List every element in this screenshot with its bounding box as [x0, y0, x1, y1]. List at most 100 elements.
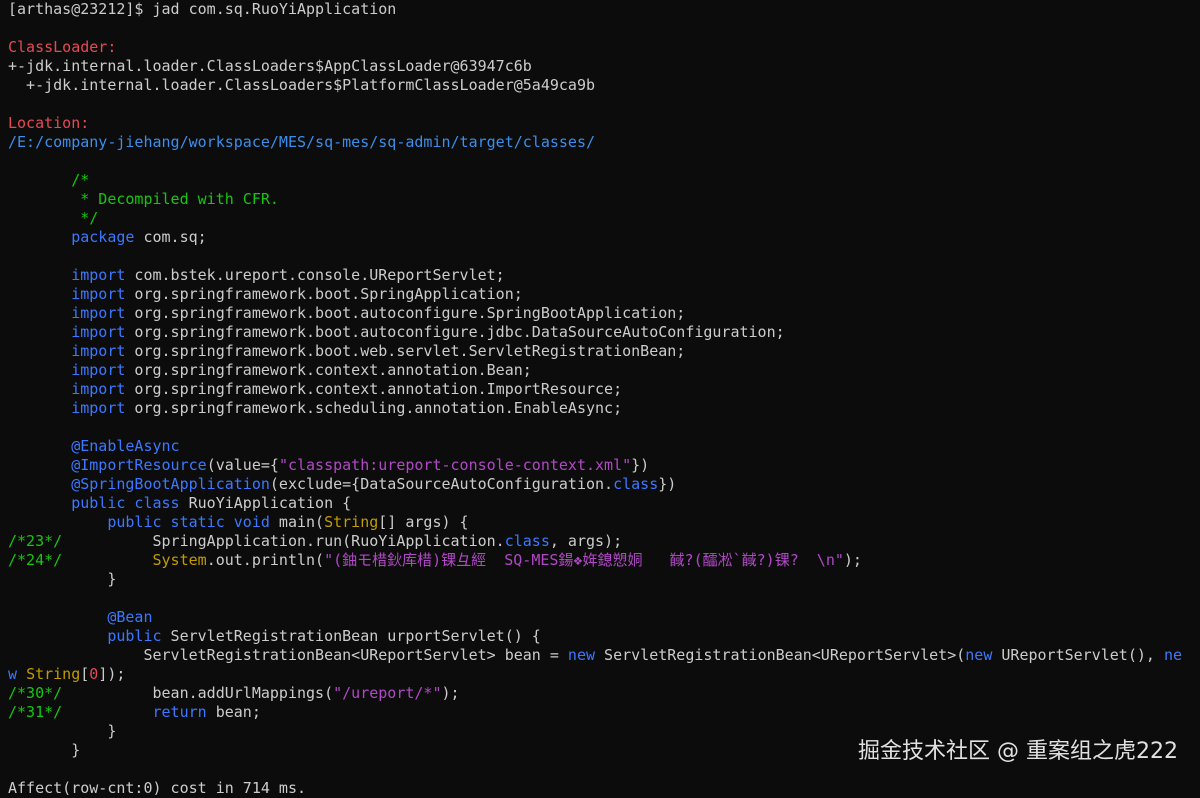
- terminal-text-kw: import: [71, 361, 126, 379]
- terminal-text-plain: [62, 551, 152, 569]
- terminal-text-kw: import: [71, 266, 126, 284]
- terminal-text-kw: w: [8, 665, 18, 683]
- terminal-text-plain: ]);: [98, 665, 126, 683]
- terminal-line: */: [8, 209, 1200, 228]
- terminal-text-comment: /*31*/: [8, 703, 63, 721]
- terminal-text-plain: (exclude={DataSourceAutoConfiguration.: [269, 475, 614, 493]
- terminal-text-comment: * Decompiled with CFR.: [8, 190, 279, 208]
- terminal-text-kw: import: [71, 380, 126, 398]
- terminal-text-plain: [8, 399, 71, 417]
- terminal-text-kw: ne: [1163, 646, 1183, 664]
- terminal-text-plain: org.springframework.boot.autoconfigure.j…: [125, 323, 785, 341]
- terminal-text-kw: import: [71, 285, 126, 303]
- terminal-line: [arthas@23212]$ jad com.sq.RuoYiApplicat…: [8, 0, 1200, 19]
- terminal-line: import org.springframework.boot.SpringAp…: [8, 285, 1200, 304]
- terminal-text-plain: .out.println(: [206, 551, 325, 569]
- terminal-text-plain: +-jdk.internal.loader.ClassLoaders$AppCl…: [8, 57, 532, 75]
- terminal-text-kw: new: [965, 646, 993, 664]
- terminal-line: @ImportResource(value={"classpath:urepor…: [8, 456, 1200, 475]
- terminal-text-kw: return: [152, 703, 207, 721]
- terminal-text-plain: [8, 380, 71, 398]
- terminal-text-kw: package: [71, 228, 135, 246]
- terminal-text-plain: bean.addUrlMappings(: [62, 684, 334, 702]
- terminal-line: import org.springframework.boot.autoconf…: [8, 323, 1200, 342]
- watermark-text: 掘金技术社区 @ 重案组之虎222: [858, 739, 1178, 764]
- terminal-text-str: "classpath:ureport-console-context.xml": [278, 456, 632, 474]
- terminal-line: import org.springframework.scheduling.an…: [8, 399, 1200, 418]
- terminal-text-plain: org.springframework.boot.web.servlet.Ser…: [125, 342, 686, 360]
- terminal-text-plain: [8, 323, 71, 341]
- terminal-text-plain: [8, 437, 71, 455]
- terminal-text-ann: @SpringBootApplication: [71, 475, 270, 493]
- terminal-text-plain: [8, 627, 107, 645]
- terminal-line: import org.springframework.boot.web.serv…: [8, 342, 1200, 361]
- terminal-text-plain: [8, 475, 71, 493]
- terminal-text-plain: [8, 266, 71, 284]
- terminal-text-plain: [17, 665, 26, 683]
- terminal-text-plain: (value={: [206, 456, 279, 474]
- terminal-text-plain: ServletRegistrationBean<UReportServlet> …: [8, 646, 568, 664]
- terminal-output[interactable]: [arthas@23212]$ jad com.sq.RuoYiApplicat…: [8, 0, 1200, 797]
- terminal-text-plain: [8, 494, 71, 512]
- terminal-text-comment: /*24*/: [8, 551, 63, 569]
- terminal-text-plain: );: [441, 684, 460, 702]
- terminal-text-label: Location:: [8, 114, 90, 132]
- terminal-text-plain: , args);: [549, 532, 623, 550]
- terminal-text-plain: );: [843, 551, 862, 569]
- terminal-text-ann: @ImportResource: [71, 456, 207, 474]
- terminal-text-comment: /*: [8, 171, 90, 189]
- terminal-text-plain: SpringApplication.run(RuoYiApplication.: [62, 532, 505, 550]
- terminal-text-plain: org.springframework.scheduling.annotatio…: [125, 399, 623, 417]
- terminal-line: package com.sq;: [8, 228, 1200, 247]
- terminal-line: Location:: [8, 114, 1200, 133]
- terminal-text-kw: public static void: [107, 513, 270, 531]
- terminal-text-plain: [8, 342, 71, 360]
- terminal-line: /*30*/ bean.addUrlMappings("/ureport/*")…: [8, 684, 1200, 703]
- terminal-line: +-jdk.internal.loader.ClassLoaders$AppCl…: [8, 57, 1200, 76]
- terminal-text-plain: ServletRegistrationBean<UReportServlet>(: [595, 646, 966, 664]
- terminal-text-str: "/ureport/*": [333, 684, 442, 702]
- terminal-text-num: 0: [89, 665, 99, 683]
- terminal-text-plain: com.bstek.ureport.console.UReportServlet…: [125, 266, 505, 284]
- terminal-text-plain: [8, 513, 107, 531]
- terminal-text-plain: }: [8, 741, 81, 759]
- terminal-text-kw: new: [567, 646, 596, 664]
- terminal-text-plain: RuoYiApplication {: [179, 494, 352, 512]
- terminal-text-comment: */: [8, 209, 99, 227]
- terminal-line: import com.bstek.ureport.console.UReport…: [8, 266, 1200, 285]
- terminal-line: }: [8, 570, 1200, 589]
- terminal-line: w String[0]);: [8, 665, 1200, 684]
- terminal-text-plain: org.springframework.boot.autoconfigure.S…: [125, 304, 686, 322]
- terminal-line: import org.springframework.context.annot…: [8, 380, 1200, 399]
- terminal-text-plain: org.springframework.boot.SpringApplicati…: [125, 285, 523, 303]
- terminal-text-comment: /*30*/: [8, 684, 63, 702]
- terminal-text-ann: @EnableAsync: [71, 437, 180, 455]
- terminal-text-plain: org.springframework.context.annotation.B…: [125, 361, 532, 379]
- terminal-line: /*: [8, 171, 1200, 190]
- terminal-text-kw: import: [71, 342, 126, 360]
- terminal-line: /*24*/ System.out.println("(鈾モ棤鈥库棤)锞彑經 S…: [8, 551, 1200, 570]
- terminal-line: ClassLoader:: [8, 38, 1200, 57]
- terminal-text-kw: public: [107, 627, 162, 645]
- terminal-line: public ServletRegistrationBean urportSer…: [8, 627, 1200, 646]
- terminal-text-plain: Affect(row-cnt:0) cost in 714 ms.: [8, 779, 307, 797]
- terminal-text-plain: +-jdk.internal.loader.ClassLoaders$Platf…: [8, 76, 595, 94]
- terminal-text-plain: [62, 703, 152, 721]
- terminal-text-plain: [8, 361, 71, 379]
- terminal-text-kw: class: [613, 475, 659, 493]
- terminal-text-kw: class: [504, 532, 550, 550]
- terminal-text-plain: }): [658, 475, 677, 493]
- terminal-text-plain: UReportServlet(),: [992, 646, 1164, 664]
- terminal-text-type: String: [324, 513, 379, 531]
- terminal-text-plain: org.springframework.context.annotation.I…: [125, 380, 623, 398]
- terminal-text-kw: import: [71, 399, 126, 417]
- terminal-text-plain: [] args) {: [378, 513, 469, 531]
- terminal-text-kw: public class: [71, 494, 180, 512]
- terminal-line: import org.springframework.context.annot…: [8, 361, 1200, 380]
- terminal-text-path: /E:/company-jiehang/workspace/MES/sq-mes…: [8, 133, 595, 151]
- terminal-line: +-jdk.internal.loader.ClassLoaders$Platf…: [8, 76, 1200, 95]
- terminal-text-label: ClassLoader:: [8, 38, 117, 56]
